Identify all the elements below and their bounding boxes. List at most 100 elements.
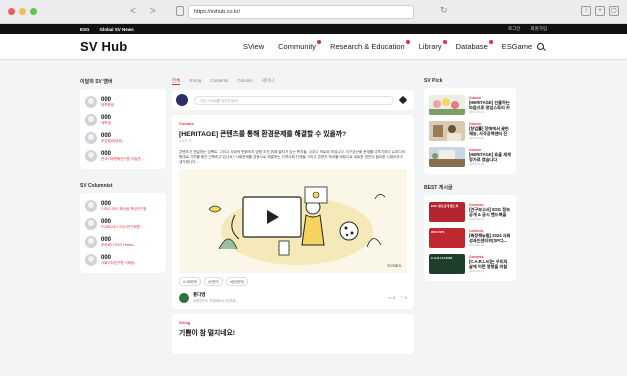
member-affiliation: 대학원생: [101, 103, 114, 107]
columnist-item[interactable]: 000 모모회사 ESG Platfor...: [85, 233, 161, 251]
pick-title[interactable]: [HERITAGE] 호올 세계 정가로 였습니다: [469, 152, 511, 162]
browser-actions: ↑ + ▢: [581, 6, 619, 16]
tab-column[interactable]: Column: [237, 78, 253, 85]
tag-chip[interactable]: #사회문제: [179, 277, 201, 286]
nav-sview[interactable]: SView: [243, 42, 264, 51]
browser-window: < > https://svhub.co.kr/ ↻ ↑ + ▢ ESG Glo…: [0, 0, 627, 376]
columnist-item[interactable]: 000 SV파트너스 ESG연구위원...: [85, 215, 161, 233]
pick-item[interactable]: Column[HERITAGE] 선물하는 마음으로 창업스토리 카운 공정무역…: [429, 92, 511, 118]
member-item[interactable]: 000 대학원생: [85, 93, 161, 111]
image-credit: ©CSES: [387, 263, 401, 268]
tag-chip[interactable]: #환경문제: [225, 277, 248, 286]
post-title[interactable]: [HERITAGE] 콘텐츠를 통해 환경문제를 해결할 수 있을까?: [179, 128, 407, 138]
member-affiliation: 모임멤버(대표): [101, 139, 123, 143]
tab-contents[interactable]: Contents: [210, 78, 228, 85]
pen-icon[interactable]: [398, 95, 408, 105]
pick-item[interactable]: Column[창업률] 장애에서 꽃핀 재능, 사각공백센터 진행하는 창가 .…: [429, 118, 511, 144]
history-nav: < >: [130, 6, 156, 17]
feed-tabs: 전체 SVlog Contents Column 세미나: [172, 78, 414, 85]
columnist-item[interactable]: 000 사회가치연구원 기획팀...: [85, 251, 161, 269]
new-badge: [317, 40, 322, 44]
best-title[interactable]: [C.A.R.I.AI]는 우리의 삶에 어떤 영향을 미칠까?: [469, 259, 511, 269]
signup-link[interactable]: 회원가입: [530, 26, 547, 32]
cafe-image: [429, 147, 465, 167]
member-item[interactable]: 000 모임멤버(대표): [85, 129, 161, 147]
pick-date: 2023.03.20: [469, 136, 485, 140]
avatar: [85, 114, 97, 126]
share-icon[interactable]: ↑: [581, 6, 591, 16]
post-tags: #사회문제 #컨텐츠 #환경문제: [179, 277, 407, 286]
columnists-card: 000 CSES SPC 확산팀 책임연구원 000 SV파트너스 ESG연구위원.…: [80, 193, 166, 273]
best-item[interactable]: C.A.R.I.AI 2023 Contents [C.A.R.I.AI]는 우리…: [429, 251, 511, 277]
post-date: 2시간 전: [179, 139, 192, 143]
avatar: [85, 254, 97, 266]
nav-research-education[interactable]: Research & Education: [330, 40, 410, 51]
tab-seminar[interactable]: 세미나: [262, 78, 274, 85]
close-window-button[interactable]: [8, 8, 15, 15]
login-link[interactable]: 로그인: [508, 26, 520, 32]
feed-post[interactable]: Column [HERITAGE] 콘텐츠를 통해 환경문제를 해결할 수 있을…: [172, 115, 414, 309]
member-item[interactable]: 000 대학생: [85, 111, 161, 129]
main-feed: 전체 SVlog Contents Column 세미나 지금 SVlog를 남…: [172, 78, 414, 359]
members-section-title: 이달의 SV 멤버: [80, 79, 113, 85]
compose-box: 지금 SVlog를 남겨주세요!: [172, 90, 414, 110]
maximize-window-button[interactable]: [30, 8, 37, 15]
tab-all[interactable]: 전체: [172, 78, 181, 85]
best-title[interactable]: [축정책뉴필] 2024 사회성과인센티브(SPC)...: [469, 233, 511, 243]
comment-count[interactable]: ▭ 8: [388, 295, 395, 300]
nav-library[interactable]: Library: [419, 40, 447, 51]
best-thumbnail: 2024 SPC: [429, 228, 465, 248]
avatar: [85, 132, 97, 144]
search-icon[interactable]: [537, 43, 544, 50]
global-sv-news-link[interactable]: Global SV News: [100, 27, 134, 32]
pick-thumbnail: [429, 147, 465, 167]
new-badge: [442, 40, 447, 44]
address-bar[interactable]: https://svhub.co.kr/: [188, 5, 414, 19]
feed-post[interactable]: SVlog 기쁨이 참 멀지네요!: [172, 314, 414, 354]
pick-thumbnail: [429, 121, 465, 141]
tab-svlog[interactable]: SVlog: [189, 78, 201, 85]
browser-chrome: < > https://svhub.co.kr/ ↻ ↑ + ▢: [0, 0, 627, 24]
nav-database[interactable]: Database: [456, 40, 493, 51]
pick-title[interactable]: [창업률] 장애에서 꽃핀 재능, 사각공백센터 진행하는 창가 ...: [469, 126, 511, 136]
shield-icon[interactable]: [176, 6, 184, 16]
post-category: SVlog: [179, 320, 191, 325]
avatar[interactable]: [179, 292, 189, 303]
pick-item[interactable]: Column [HERITAGE] 호올 세계 정가로 였습니다 2023.02.1…: [429, 144, 511, 170]
best-title[interactable]: [연구보고서] ESG 정보공개 & 공시 핸드북을 소개합니다.: [469, 207, 511, 217]
workshop-image: [429, 121, 465, 141]
members-card: 000 대학원생 000 대학생 000 모임멤버(대표) 000 한국기후변화연구원 …: [80, 89, 166, 169]
best-thumbnail: C.A.R.I.AI 2023: [429, 254, 465, 274]
post-illustration[interactable]: ©CSES: [179, 169, 407, 273]
new-tab-icon[interactable]: +: [595, 6, 605, 16]
avatar: [176, 94, 188, 106]
reload-icon[interactable]: ↻: [440, 5, 448, 16]
like-count[interactable]: ♡ 0: [400, 295, 407, 300]
pick-title[interactable]: [HERITAGE] 선물하는 마음으로 창업스토리 카운 공정무역 꽃: [469, 100, 511, 110]
minimize-window-button[interactable]: [19, 8, 26, 15]
columnist-item[interactable]: 000 CSES SPC 확산팀 책임연구원: [85, 197, 161, 215]
best-item[interactable]: 2024 SPC Contents [축정책뉴필] 2024 사회성과인센티브(S…: [429, 225, 511, 251]
post-title[interactable]: 기쁨이 참 멀지네요!: [179, 327, 407, 337]
compose-input[interactable]: 지금 SVlog를 남겨주세요!: [194, 96, 394, 105]
nav-esgame[interactable]: ESGame: [502, 42, 532, 51]
columnist-affiliation: 사회가치연구원 기획팀...: [101, 261, 138, 265]
nav-community[interactable]: Community: [278, 40, 322, 51]
member-item[interactable]: 000 한국기후변화연구원 무일연...: [85, 147, 161, 165]
site-logo[interactable]: SV Hub: [80, 39, 127, 54]
forward-icon[interactable]: >: [150, 6, 156, 17]
avatar: [85, 150, 97, 162]
esg-link[interactable]: ESG: [80, 27, 90, 32]
avatar: [85, 236, 97, 248]
avatar: [85, 200, 97, 212]
tabs-overview-icon[interactable]: ▢: [609, 6, 619, 16]
window-controls: [8, 8, 37, 15]
back-icon[interactable]: <: [130, 6, 136, 17]
member-affiliation: 한국기후변화연구원 무일연...: [101, 157, 144, 161]
best-item[interactable]: ESG 정보공개 핸드북 Contents [연구보고서] ESG 정보공개 & …: [429, 199, 511, 225]
new-badge: [405, 40, 410, 44]
tag-chip[interactable]: #컨텐츠: [203, 277, 223, 286]
best-thumbnail: ESG 정보공개 핸드북: [429, 202, 465, 222]
columnist-affiliation: CSES SPC 확산팀 책임연구원: [101, 207, 147, 211]
sv-pick-card: Column[HERITAGE] 선물하는 마음으로 창업스토리 카운 공정무역…: [424, 88, 516, 174]
